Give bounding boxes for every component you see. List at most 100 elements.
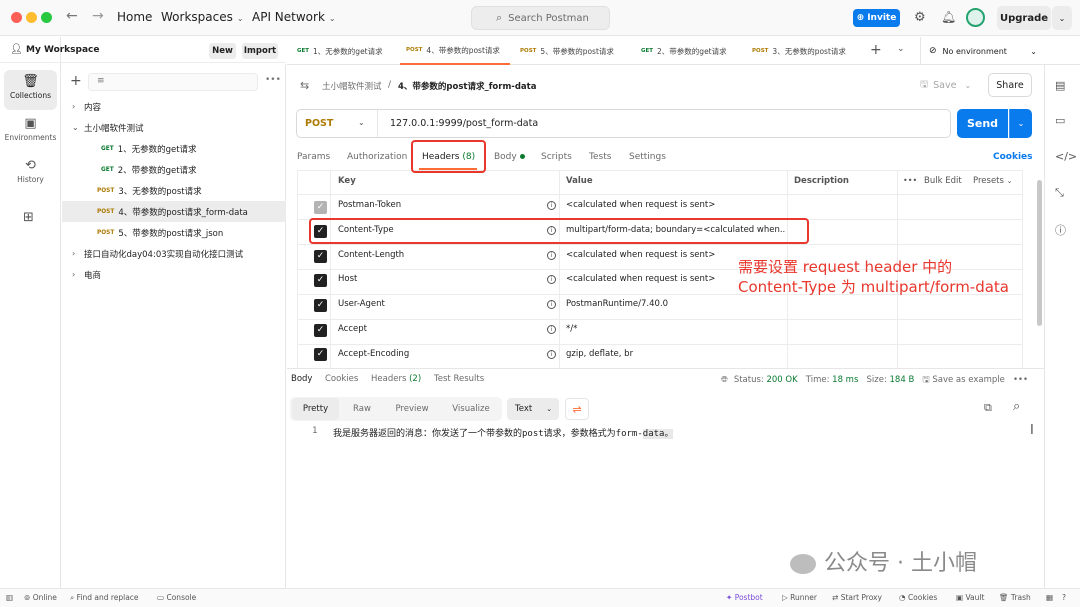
row-checkbox[interactable]: ✓ bbox=[314, 299, 327, 312]
save-example-link[interactable]: Save as example bbox=[932, 375, 1005, 385]
presets-menu[interactable]: Presets ⌄ bbox=[973, 176, 1013, 186]
breadcrumb-request[interactable]: 4、带参数的post请求_form-data bbox=[398, 80, 536, 92]
tab-tests[interactable]: Tests bbox=[589, 152, 611, 162]
response-tab-cookies[interactable]: Cookies bbox=[325, 374, 358, 384]
info-icon[interactable]: i bbox=[547, 275, 556, 284]
workspace-title[interactable]: My Workspace bbox=[26, 45, 99, 55]
send-button[interactable]: Send bbox=[957, 109, 1008, 138]
tree-folder-neirong[interactable]: › 内容 bbox=[62, 96, 286, 117]
plus-icon[interactable]: + bbox=[70, 73, 82, 89]
send-options-chevron-icon[interactable]: ⌄ bbox=[1009, 109, 1032, 138]
runner-button[interactable]: ▷ Runner bbox=[782, 593, 817, 602]
header-value[interactable]: <calculated when request is sent> bbox=[566, 274, 715, 284]
row-checkbox[interactable]: ✓ bbox=[314, 348, 327, 361]
response-body-line[interactable]: 我是服务器返回的消息：你发送了一个带参数的post请求，参数格式为form-da… bbox=[333, 426, 674, 439]
header-value[interactable]: gzip, deflate, br bbox=[566, 349, 633, 359]
bell-icon[interactable]: 🔔︎ bbox=[941, 10, 956, 24]
minimize-window-button[interactable] bbox=[26, 12, 37, 23]
sidebar-toggle-icon[interactable]: ▥ bbox=[6, 593, 13, 602]
sidebar-filter-input[interactable]: ≡ bbox=[88, 73, 258, 91]
request-tab-5[interactable]: POST 5、带参数的post请求 bbox=[520, 37, 624, 65]
avatar[interactable] bbox=[966, 8, 985, 27]
configure-sidebar-icon[interactable]: ⊞ bbox=[23, 210, 34, 225]
code-icon[interactable]: </> bbox=[1055, 150, 1077, 163]
more-icon[interactable]: ••• bbox=[1013, 375, 1028, 385]
response-tab-body[interactable]: Body bbox=[291, 374, 312, 384]
request-tab-3[interactable]: POST 3、无参数的post请求 bbox=[752, 37, 850, 65]
more-icon[interactable]: ••• bbox=[903, 176, 917, 185]
chevron-down-icon[interactable]: ⌄ bbox=[897, 44, 905, 54]
online-status[interactable]: ⊚ Online bbox=[24, 593, 57, 602]
zoom-window-button[interactable] bbox=[41, 12, 52, 23]
tree-folder-ecommerce[interactable]: › 电商 bbox=[62, 264, 286, 285]
search-input[interactable]: ⌕ Search Postman bbox=[471, 6, 610, 30]
format-preview[interactable]: Preview bbox=[385, 398, 439, 420]
method-select[interactable]: POST bbox=[305, 118, 333, 129]
tree-request-4[interactable]: POST 4、带参数的post请求_form-data bbox=[62, 201, 286, 222]
format-visualize[interactable]: Visualize bbox=[441, 398, 501, 420]
home-link[interactable]: Home bbox=[117, 10, 152, 24]
row-checkbox[interactable]: ✓ bbox=[314, 250, 327, 263]
console-button[interactable]: ▭ Console bbox=[157, 593, 196, 602]
header-value[interactable]: <calculated when request is sent> bbox=[566, 250, 715, 260]
bulk-edit-link[interactable]: Bulk Edit bbox=[924, 176, 962, 186]
header-value[interactable]: PostmanRuntime/7.40.0 bbox=[566, 299, 668, 309]
header-key[interactable]: Accept-Encoding bbox=[338, 349, 409, 359]
wrap-lines-icon[interactable]: ⇌ bbox=[565, 398, 589, 420]
header-value[interactable]: */* bbox=[566, 324, 577, 334]
cookies-link[interactable]: Cookies bbox=[993, 152, 1033, 162]
new-tab-plus-icon[interactable]: + bbox=[870, 42, 882, 58]
row-checkbox[interactable]: ✓ bbox=[314, 324, 327, 337]
request-tab-2[interactable]: GET 2、带参数的get请求 bbox=[641, 37, 741, 65]
request-tab-1[interactable]: GET 1、无参数的get请求 bbox=[297, 37, 397, 65]
header-key[interactable]: User-Agent bbox=[338, 299, 385, 309]
more-icon[interactable]: ••• bbox=[265, 75, 281, 85]
rail-environments[interactable]: ▣ Environments bbox=[4, 112, 57, 152]
environment-selector[interactable]: ⊘ No environment ⌄ bbox=[920, 37, 1045, 65]
tab-params[interactable]: Params bbox=[297, 152, 330, 162]
header-key[interactable]: Content-Length bbox=[338, 250, 404, 260]
tree-request-1[interactable]: GET 1、无参数的get请求 bbox=[62, 138, 286, 159]
workspaces-menu[interactable]: Workspaces ⌄ bbox=[161, 10, 244, 24]
help-icon[interactable]: ? bbox=[1062, 593, 1066, 602]
trash-button[interactable]: 🗑︎ Trash bbox=[999, 593, 1031, 602]
chevron-down-icon[interactable]: ⌄ bbox=[1052, 6, 1072, 30]
tab-settings[interactable]: Settings bbox=[629, 152, 666, 162]
import-button[interactable]: Import bbox=[242, 43, 278, 59]
find-replace-button[interactable]: ⌕ Find and replace bbox=[70, 593, 139, 603]
chevron-down-icon[interactable]: ⌄ bbox=[358, 118, 365, 127]
response-type-select[interactable]: Text ⌄ bbox=[507, 398, 559, 420]
info-icon[interactable]: i bbox=[547, 300, 556, 309]
back-arrow-icon[interactable]: ← bbox=[66, 8, 78, 24]
tree-request-3[interactable]: POST 3、无参数的post请求 bbox=[62, 180, 286, 201]
documentation-icon[interactable]: ▤ bbox=[1055, 79, 1065, 92]
tree-folder-automation[interactable]: › 接口自动化day04:03实现自动化接口测试 bbox=[62, 243, 286, 264]
save-button[interactable]: 🖫︎ Save ⌄ bbox=[920, 74, 980, 96]
info-icon[interactable]: i bbox=[547, 201, 556, 210]
new-button[interactable]: New bbox=[209, 43, 236, 59]
tab-authorization[interactable]: Authorization bbox=[347, 152, 407, 162]
tree-request-2[interactable]: GET 2、带参数的get请求 bbox=[62, 159, 286, 180]
header-value[interactable]: <calculated when request is sent> bbox=[566, 200, 715, 210]
rail-collections[interactable]: 🗑︎ Collections bbox=[4, 70, 57, 110]
header-key[interactable]: Accept bbox=[338, 324, 367, 334]
info-icon[interactable]: i bbox=[547, 350, 556, 359]
search-icon[interactable]: ⌕ bbox=[1013, 399, 1020, 414]
response-tab-headers[interactable]: Headers (2) bbox=[371, 374, 421, 384]
vault-button[interactable]: ▣ Vault bbox=[956, 593, 984, 602]
forward-arrow-icon[interactable]: → bbox=[92, 8, 104, 24]
postbot-button[interactable]: ✦ Postbot bbox=[726, 593, 763, 602]
url-input[interactable]: 127.0.0.1:9999/post_form-data bbox=[390, 118, 538, 129]
related-collections-icon[interactable]: ⤡ bbox=[1055, 186, 1064, 200]
start-proxy-button[interactable]: ⇄ Start Proxy bbox=[832, 593, 882, 602]
layout-icon[interactable]: ▦ bbox=[1046, 593, 1053, 602]
scrollbar[interactable] bbox=[1037, 180, 1042, 326]
tab-scripts[interactable]: Scripts bbox=[541, 152, 572, 162]
cookies-button[interactable]: ◔ Cookies bbox=[899, 593, 937, 602]
row-checkbox[interactable]: ✓ bbox=[314, 274, 327, 287]
info-icon[interactable]: i bbox=[547, 251, 556, 260]
rail-history[interactable]: ⟲ History bbox=[4, 154, 57, 194]
gear-icon[interactable]: ⚙ bbox=[914, 10, 926, 25]
row-checkbox[interactable]: ✓ bbox=[314, 201, 327, 214]
info-icon[interactable]: i bbox=[547, 325, 556, 334]
